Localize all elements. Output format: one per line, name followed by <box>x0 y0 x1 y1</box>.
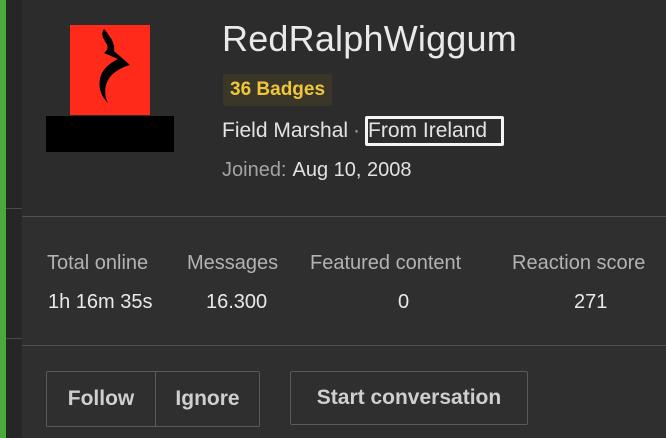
joined-info: Joined: Aug 10, 2008 <box>222 159 412 182</box>
stat-value: 0 <box>398 291 410 313</box>
stat-label: Featured content <box>310 252 462 274</box>
follow-ignore-group: Follow Ignore <box>46 371 260 427</box>
start-conversation-button[interactable]: Start conversation <box>290 371 528 425</box>
joined-date: Aug 10, 2008 <box>292 159 412 181</box>
stat-featured-content[interactable]: Featured content 0 <box>310 249 462 313</box>
ignore-button[interactable]: Ignore <box>155 372 259 426</box>
username[interactable]: RedRalphWiggum <box>222 18 517 60</box>
stat-value: 1h 16m 35s <box>48 291 153 313</box>
user-rank: Field Marshal <box>222 119 349 142</box>
stat-label: Reaction score <box>512 252 646 274</box>
stat-value: 271 <box>574 291 608 313</box>
stat-messages[interactable]: Messages 16.300 <box>187 249 279 313</box>
location-link[interactable]: From Ireland <box>365 116 505 146</box>
redacted-block <box>46 116 174 152</box>
stat-value: 16.300 <box>206 291 268 313</box>
badges-link[interactable]: 36 Badges <box>223 74 333 106</box>
follow-button[interactable]: Follow <box>47 372 155 426</box>
left-gutter <box>6 0 22 438</box>
stat-label: Total online <box>47 252 149 274</box>
stat-label: Messages <box>187 252 279 274</box>
profile-card: RedRalphWiggum 36 Badges Field Marshal · F… <box>22 0 666 438</box>
title-separator: · <box>353 119 361 142</box>
stats-divider <box>22 345 666 346</box>
stat-total-online: Total online 1h 16m 35s <box>47 249 153 313</box>
avatar-mark-icon <box>99 29 130 103</box>
user-title-line: Field Marshal · From Ireland <box>222 116 505 146</box>
header-divider <box>22 216 666 217</box>
stat-reaction-score[interactable]: Reaction score 271 <box>512 249 646 313</box>
joined-label: Joined: <box>222 159 287 181</box>
avatar[interactable] <box>70 25 150 115</box>
